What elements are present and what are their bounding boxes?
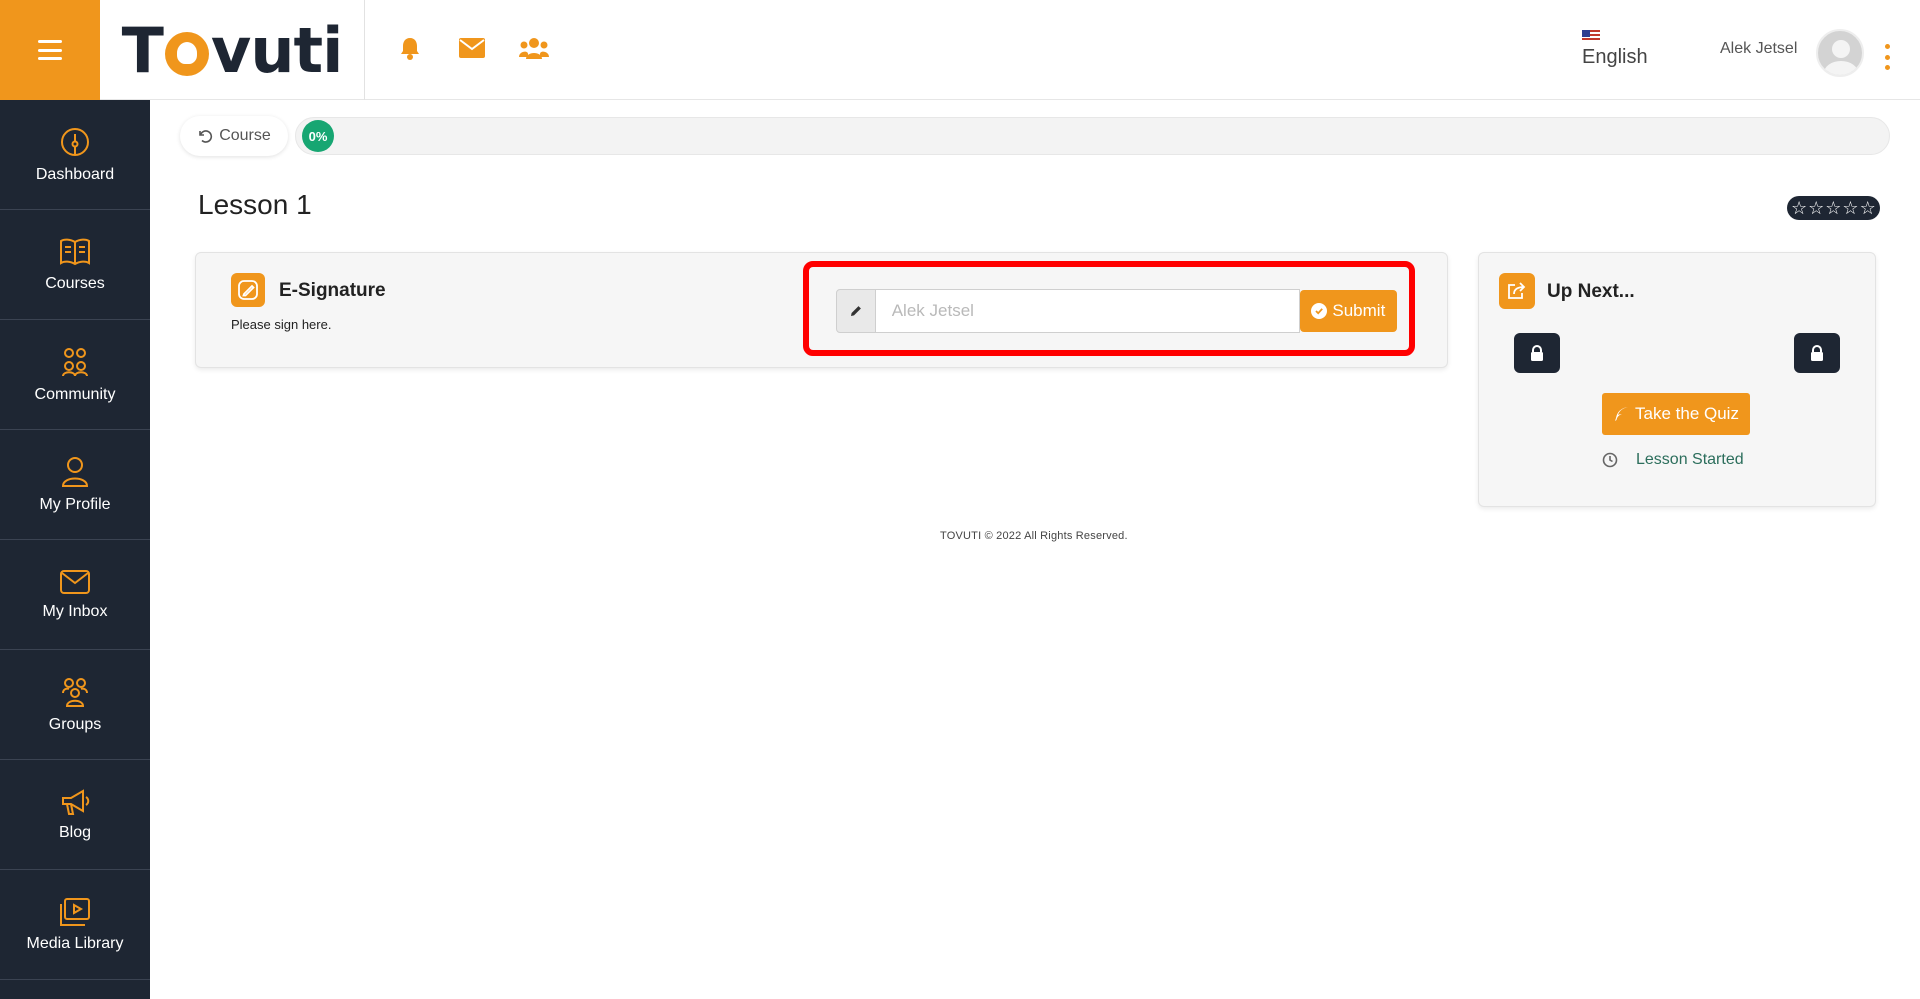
- lesson-status: Lesson Started: [1602, 451, 1744, 469]
- star-icon[interactable]: ☆: [1842, 199, 1858, 217]
- page-title: Lesson 1: [198, 189, 312, 220]
- sidebar-item-dashboard[interactable]: Dashboard: [0, 100, 150, 210]
- signature-input[interactable]: [875, 289, 1300, 333]
- star-icon[interactable]: ☆: [1860, 199, 1876, 217]
- star-icon[interactable]: ☆: [1791, 199, 1807, 217]
- lock-icon: [1811, 345, 1823, 361]
- sidebar: Dashboard Courses Community My Profile M…: [0, 100, 150, 999]
- sidebar-item-my-profile[interactable]: My Profile: [0, 430, 150, 540]
- take-quiz-button[interactable]: Take the Quiz: [1602, 393, 1750, 435]
- feather-icon: [1615, 407, 1629, 421]
- esignature-card: E-Signature Please sign here. Submit: [195, 252, 1448, 368]
- megaphone-icon: [62, 788, 90, 815]
- kebab-dot-icon: [1884, 54, 1890, 60]
- language-selector[interactable]: English: [1582, 30, 1662, 69]
- elephant-logo-icon: [164, 32, 209, 76]
- menu-toggle-button[interactable]: [0, 0, 100, 100]
- undo-icon: [199, 130, 213, 143]
- up-next-card: Up Next... Take the Quiz Lesson Started: [1478, 252, 1876, 507]
- logo-wordmark: Tvuti: [121, 13, 344, 87]
- signature-icon: [231, 273, 265, 307]
- groups-header-button[interactable]: [519, 33, 549, 63]
- check-circle-icon: [1311, 303, 1328, 319]
- more-options-button[interactable]: [1883, 44, 1891, 70]
- messages-button[interactable]: [457, 33, 487, 63]
- clock-icon: [1602, 452, 1618, 468]
- signature-input-group: Submit: [836, 289, 1397, 333]
- progress-percent-badge: 0%: [302, 120, 334, 152]
- next-lesson-locked-button[interactable]: [1794, 333, 1840, 373]
- sidebar-item-label: Media Library: [26, 934, 124, 952]
- sidebar-item-blog[interactable]: Blog: [0, 760, 150, 870]
- user-name[interactable]: Alek Jetsel: [1720, 40, 1797, 58]
- media-library-icon: [60, 897, 90, 926]
- up-next-title: Up Next...: [1547, 281, 1635, 302]
- rating-stars[interactable]: ☆ ☆ ☆ ☆ ☆: [1787, 196, 1880, 220]
- submit-label: Submit: [1332, 301, 1386, 320]
- sidebar-item-courses[interactable]: Courses: [0, 210, 150, 320]
- previous-lesson-locked-button[interactable]: [1514, 333, 1560, 373]
- star-icon[interactable]: ☆: [1825, 199, 1841, 217]
- language-label: English: [1582, 46, 1648, 68]
- kebab-dot-icon: [1884, 65, 1890, 70]
- inbox-icon: [60, 569, 90, 594]
- kebab-dot-icon: [1884, 44, 1890, 49]
- sidebar-item-label: Groups: [48, 715, 102, 733]
- back-to-course-button[interactable]: Course: [180, 116, 288, 156]
- dashboard-icon: [61, 127, 89, 156]
- footer-copyright: TOVUTI © 2022 All Rights Reserved.: [940, 530, 1128, 542]
- groups-icon: [62, 677, 88, 707]
- lock-icon: [1531, 345, 1543, 361]
- pencil-icon: [836, 289, 876, 333]
- avatar[interactable]: [1816, 29, 1864, 77]
- sidebar-item-label: Courses: [45, 274, 105, 292]
- us-flag-icon: [1582, 30, 1600, 42]
- sidebar-item-label: Dashboard: [35, 165, 115, 183]
- sidebar-item-label: My Inbox: [42, 602, 108, 620]
- bell-icon: [401, 38, 419, 60]
- top-header: Tvuti English Alek Jetsel: [0, 0, 1920, 100]
- course-link-label: Course: [219, 127, 271, 144]
- users-icon: [519, 38, 549, 59]
- share-icon: [1499, 273, 1535, 309]
- sidebar-item-groups[interactable]: Groups: [0, 650, 150, 760]
- course-progress-bar: [295, 117, 1890, 155]
- esignature-title: E-Signature: [279, 280, 386, 301]
- sidebar-item-label: Blog: [58, 823, 92, 841]
- hamburger-icon: [38, 40, 62, 60]
- star-icon[interactable]: ☆: [1808, 199, 1824, 217]
- notifications-button[interactable]: [395, 33, 425, 63]
- header-icons: [395, 33, 549, 63]
- sidebar-item-label: Community: [34, 385, 116, 403]
- breadcrumb: Course 0%: [180, 116, 1890, 156]
- book-icon: [60, 238, 90, 265]
- sidebar-item-label: My Profile: [39, 495, 111, 513]
- lesson-status-label: Lesson Started: [1636, 451, 1744, 468]
- sidebar-item-media-library[interactable]: Media Library: [0, 870, 150, 980]
- take-quiz-label: Take the Quiz: [1635, 404, 1739, 423]
- esignature-description: Please sign here.: [231, 317, 332, 332]
- submit-button[interactable]: Submit: [1299, 290, 1397, 332]
- sidebar-item-community[interactable]: Community: [0, 320, 150, 430]
- sidebar-item-my-inbox[interactable]: My Inbox: [0, 540, 150, 650]
- community-icon: [62, 347, 88, 376]
- envelope-icon: [459, 38, 485, 58]
- logo[interactable]: Tvuti: [100, 0, 365, 100]
- profile-icon: [61, 456, 89, 487]
